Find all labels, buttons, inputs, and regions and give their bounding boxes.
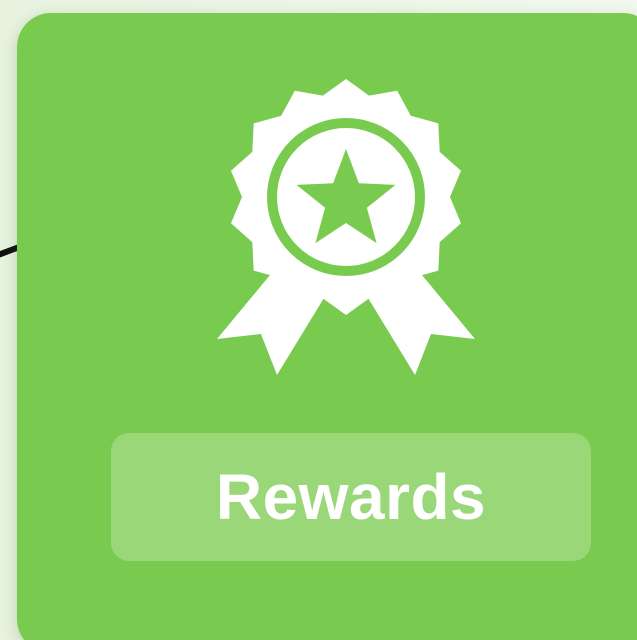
- rewards-tile[interactable]: Rewards: [17, 13, 637, 640]
- canvas: Rewards: [0, 0, 637, 640]
- rewards-label: Rewards: [215, 461, 487, 533]
- rewards-button[interactable]: Rewards: [111, 433, 591, 561]
- award-ribbon-icon: [217, 79, 475, 375]
